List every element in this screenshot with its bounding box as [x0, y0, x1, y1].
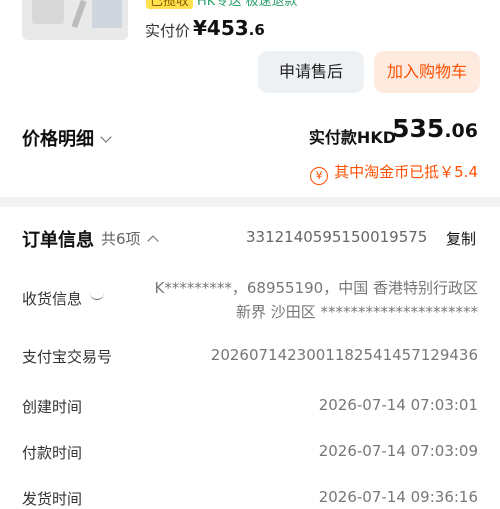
price-decimal: .6 [248, 21, 265, 39]
product-badges: 已揽收 HK专送 极速退款 [146, 0, 298, 9]
chevron-down-icon [100, 131, 112, 143]
product-paid-label: 实付价 [145, 22, 191, 40]
currency-symbol: ¥ [193, 16, 207, 40]
price-details-title: 价格明细 [22, 129, 94, 150]
section-divider [0, 197, 500, 207]
actual-decimal: .06 [444, 120, 478, 142]
created-label: 创建时间 [22, 398, 83, 416]
receiver-value: K*********，68955190，中国 香港特别行政区 新界 沙田区 **… [154, 279, 478, 321]
after-sale-button[interactable]: 申请售后 [258, 51, 364, 93]
copy-button[interactable]: 复制 [446, 228, 476, 249]
product-image-box [32, 0, 64, 24]
shipped-label: 发货时间 [22, 490, 83, 508]
paid-value: 2026-07-14 07:03:09 [318, 442, 478, 460]
coin-icon: ¥ [310, 167, 329, 185]
coin-deduction: ¥ 其中淘金币已抵￥5.4 [310, 161, 478, 185]
created-value: 2026-07-14 07:03:01 [318, 396, 478, 414]
price-details-toggle[interactable]: 价格明细 [22, 125, 112, 151]
actual-integer: 535 [392, 114, 445, 143]
shipping-status-tag: 已揽收 [146, 0, 194, 9]
actual-payment-label: 实付款HKD [308, 128, 396, 147]
alipay-label: 支付宝交易号 [22, 348, 113, 366]
coin-deduction-text: 其中淘金币已抵￥5.4 [334, 163, 478, 181]
receiver-label-text: 收货信息 [22, 290, 83, 308]
product-paid-price: ¥453.6 [193, 16, 265, 40]
order-info-count: 共6项 [101, 230, 141, 248]
paid-label: 付款时间 [22, 444, 83, 462]
price-integer: 453 [206, 16, 249, 40]
product-thumbnail[interactable] [22, 0, 128, 40]
alipay-value: 2026071423001182541457129436 [210, 346, 478, 364]
eye-closed-icon[interactable] [90, 293, 105, 300]
add-to-cart-button[interactable]: 加入购物车 [374, 51, 480, 93]
order-info-title: 订单信息 [22, 230, 94, 251]
chevron-up-icon [146, 235, 159, 247]
order-info-toggle[interactable]: 共6项 [101, 228, 159, 249]
actual-payment-value: 535.06 [392, 114, 478, 143]
product-image-card [92, 0, 122, 28]
service-label: HK专送 极速退款 [197, 0, 298, 9]
product-image-pen [71, 0, 87, 29]
order-number: 3312140595150019575 [246, 228, 428, 246]
shipped-value: 2026-07-14 09:36:16 [318, 488, 478, 506]
receiver-label: 收货信息 [22, 288, 105, 309]
